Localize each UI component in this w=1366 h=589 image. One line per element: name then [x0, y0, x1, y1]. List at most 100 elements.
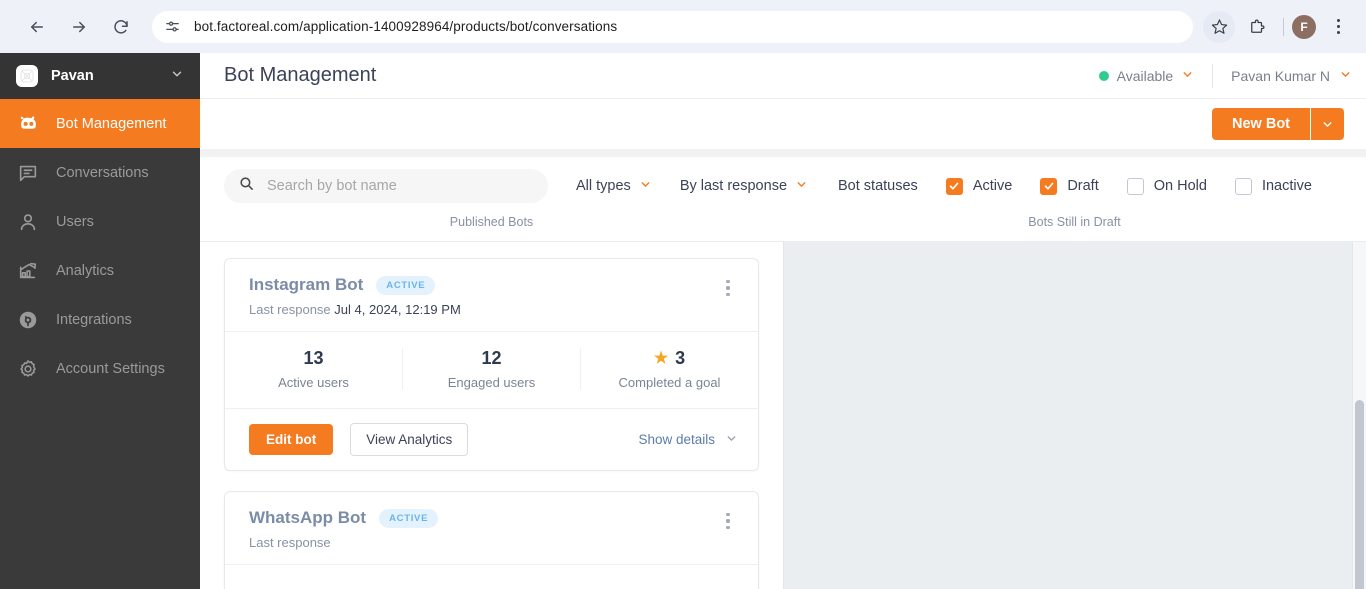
browser-toolbar: bot.factoreal.com/application-1400928964… — [0, 0, 1366, 53]
action-bar: New Bot — [200, 99, 1366, 149]
page-title: Bot Management — [224, 64, 377, 86]
show-details-label: Show details — [638, 432, 715, 447]
chevron-down-icon — [639, 178, 652, 195]
stat-completed-goal: ★ 3 Completed a goal — [581, 348, 758, 390]
vertical-scrollbar[interactable] — [1352, 242, 1366, 589]
star-icon[interactable] — [1203, 10, 1235, 43]
sidebar-item-label: Integrations — [56, 311, 132, 328]
stat-value: 12 — [481, 348, 502, 368]
puzzle-piece-icon[interactable] — [1241, 11, 1273, 43]
last-response-label: Last response — [249, 302, 331, 317]
published-bots-header: Published Bots — [449, 215, 534, 229]
app-page: Pavan Bot Management Conversations Users — [0, 53, 1366, 589]
sidebar: Pavan Bot Management Conversations Users — [0, 53, 200, 589]
new-bot-button[interactable]: New Bot — [1212, 108, 1310, 140]
avatar[interactable]: F — [1292, 14, 1316, 39]
status-dot — [1098, 70, 1109, 81]
last-response: Last response — [249, 535, 738, 550]
status-badge: ACTIVE — [376, 275, 436, 295]
stat-active-users: 13 Active users — [225, 348, 403, 390]
last-response-label: Last response — [249, 535, 331, 550]
checkbox-draft-box[interactable] — [1040, 177, 1058, 195]
edit-bot-button[interactable]: Edit bot — [249, 424, 334, 455]
search-input[interactable] — [267, 178, 534, 194]
search-icon — [238, 175, 255, 197]
three-dot-menu-icon[interactable] — [718, 277, 738, 299]
all-types-dropdown[interactable]: All types — [576, 178, 652, 195]
stat-label: Active users — [278, 375, 349, 390]
content-area: Instagram Bot ACTIVE Last response Jul 4… — [200, 241, 1366, 589]
published-bots-column: Instagram Bot ACTIVE Last response Jul 4… — [200, 242, 783, 589]
show-details-toggle[interactable]: Show details — [638, 432, 738, 448]
search-box[interactable] — [224, 169, 548, 203]
stat-label: Completed a goal — [618, 375, 721, 390]
three-dot-menu-icon[interactable] — [718, 510, 738, 532]
workspace-switcher[interactable]: Pavan — [0, 53, 200, 99]
bot-name[interactable]: WhatsApp Bot — [249, 508, 366, 528]
sidebar-item-label: Users — [56, 213, 94, 230]
sidebar-item-conversations[interactable]: Conversations — [0, 148, 200, 197]
stat-label: Engaged users — [447, 375, 536, 390]
toolbar-divider — [1283, 17, 1284, 36]
bot-card-header: WhatsApp Bot ACTIVE Last response — [225, 492, 758, 564]
bar-chart-icon — [16, 259, 40, 283]
robot-icon — [16, 112, 40, 136]
bot-name[interactable]: Instagram Bot — [249, 275, 363, 295]
bot-stats-row — [225, 564, 758, 589]
checkbox-active[interactable]: Active — [945, 177, 1013, 195]
sidebar-item-label: Account Settings — [56, 360, 165, 377]
draft-bots-column — [783, 242, 1366, 589]
columns-header: Published Bots Bots Still in Draft — [200, 215, 1366, 241]
checkbox-inactive[interactable]: Inactive — [1234, 177, 1312, 195]
sidebar-item-label: Bot Management — [56, 115, 167, 132]
view-analytics-button[interactable]: View Analytics — [350, 423, 469, 456]
bot-card-header: Instagram Bot ACTIVE Last response Jul 4… — [225, 259, 758, 331]
main-content: Bot Management Available Pavan Kumar N N… — [200, 53, 1366, 589]
sidebar-item-integrations[interactable]: Integrations — [0, 295, 200, 344]
stat-engaged-users: 12 Engaged users — [403, 348, 581, 390]
chevron-down-icon — [795, 178, 808, 195]
site-settings-icon[interactable] — [164, 18, 182, 36]
scrollbar-thumb[interactable] — [1355, 400, 1364, 589]
checkbox-inactive-label: Inactive — [1261, 178, 1312, 194]
sidebar-item-analytics[interactable]: Analytics — [0, 246, 200, 295]
checkbox-on-hold[interactable]: On Hold — [1126, 177, 1207, 195]
chevron-down-icon[interactable] — [170, 67, 184, 86]
sidebar-item-account-settings[interactable]: Account Settings — [0, 344, 200, 393]
all-types-label: All types — [576, 178, 631, 194]
availability-selector[interactable]: Available — [1098, 68, 1213, 84]
checkbox-inactive-box[interactable] — [1234, 177, 1252, 195]
app-header: Bot Management Available Pavan Kumar N — [200, 53, 1366, 99]
sidebar-item-users[interactable]: Users — [0, 197, 200, 246]
user-menu[interactable]: Pavan Kumar N — [1213, 68, 1352, 84]
last-response-value: Jul 4, 2024, 12:19 PM — [334, 302, 461, 317]
address-bar[interactable]: bot.factoreal.com/application-1400928964… — [152, 10, 1193, 43]
checkbox-draft-label: Draft — [1067, 178, 1099, 194]
back-icon[interactable] — [22, 12, 52, 42]
checkbox-active-box[interactable] — [945, 177, 963, 195]
chevron-down-icon[interactable] — [1339, 68, 1352, 84]
gear-icon — [16, 357, 40, 381]
sort-dropdown[interactable]: By last response — [680, 178, 808, 195]
bot-card[interactable]: Instagram Bot ACTIVE Last response Jul 4… — [224, 258, 759, 471]
stat-value: 13 — [303, 348, 324, 368]
last-response: Last response Jul 4, 2024, 12:19 PM — [249, 302, 738, 317]
plug-icon — [16, 308, 40, 332]
new-bot-group[interactable]: New Bot — [1212, 108, 1344, 140]
sidebar-item-bot-management[interactable]: Bot Management — [0, 99, 200, 148]
checkbox-on-hold-label: On Hold — [1153, 178, 1207, 194]
chevron-down-icon[interactable] — [1181, 68, 1194, 84]
new-bot-dropdown-button[interactable] — [1310, 108, 1344, 140]
stat-value: 3 — [675, 348, 686, 368]
checkbox-on-hold-box[interactable] — [1126, 177, 1144, 195]
checkbox-draft[interactable]: Draft — [1040, 177, 1099, 195]
chevron-down-icon — [725, 432, 738, 448]
forward-icon[interactable] — [64, 12, 94, 42]
three-dot-menu-icon[interactable] — [1326, 13, 1350, 41]
reload-icon[interactable] — [106, 12, 136, 42]
sidebar-item-label: Conversations — [56, 164, 149, 181]
bot-card[interactable]: WhatsApp Bot ACTIVE Last response — [224, 491, 759, 589]
bot-statuses-label: Bot statuses — [838, 178, 918, 194]
checkbox-active-label: Active — [972, 178, 1013, 194]
sidebar-item-label: Analytics — [56, 262, 115, 279]
